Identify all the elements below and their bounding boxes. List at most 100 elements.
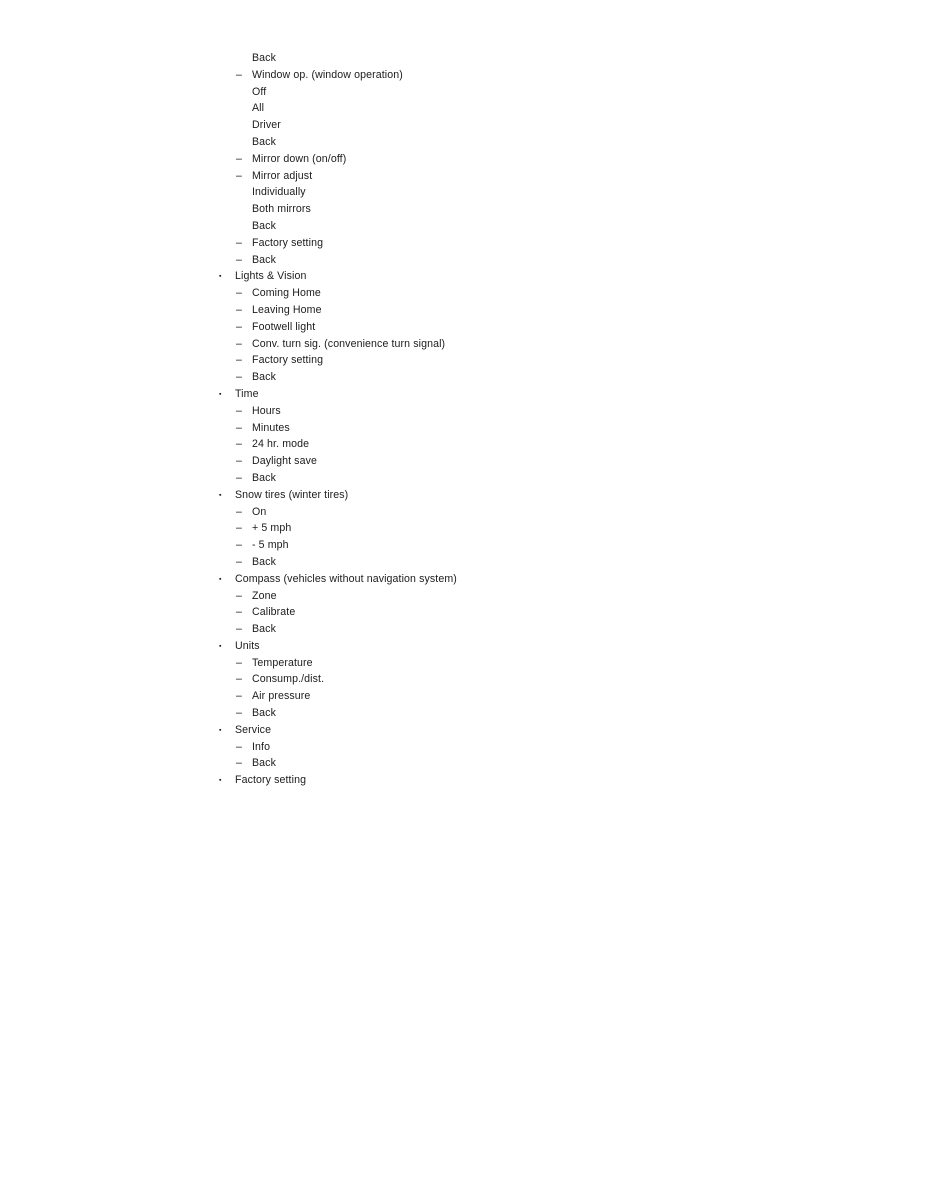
outline-item-label: Minutes	[252, 421, 290, 434]
outline-row: – Calibrate	[0, 604, 927, 621]
outline-item-label: Daylight save	[252, 455, 317, 468]
outline-item-label: Zone	[252, 589, 277, 602]
square-bullet-icon: ▪	[219, 273, 222, 281]
document-page: Back – Window op. (window operation) Off All…	[0, 0, 927, 1200]
outline-row: – - 5 mph	[0, 537, 927, 554]
outline-row: – Leaving Home	[0, 302, 927, 319]
outline-item-label: - 5 mph	[252, 539, 289, 552]
outline-row: – Mirror down (on/off)	[0, 151, 927, 168]
outline-row: ▪ Compass (vehicles without navigation sy…	[0, 571, 927, 588]
outline-item-label: Back	[252, 219, 276, 232]
outline-row: – + 5 mph	[0, 520, 927, 537]
outline-row: – Back	[0, 252, 927, 269]
square-bullet-icon: ▪	[219, 726, 222, 734]
outline-item-label: Lights & Vision	[235, 270, 307, 283]
menu-outline-list: Back – Window op. (window operation) Off All…	[0, 50, 927, 789]
outline-row: – Mirror adjust	[0, 168, 927, 185]
outline-item-label: Factory setting	[252, 354, 324, 367]
outline-item-label: Back	[252, 253, 276, 266]
outline-item-label: Factory setting	[252, 236, 324, 249]
outline-item-label: Back	[252, 555, 276, 568]
outline-item-label: Temperature	[252, 656, 313, 669]
outline-row: ▪ Factory setting	[0, 772, 927, 789]
outline-item-label: Back	[252, 135, 276, 148]
outline-row: – Zone	[0, 588, 927, 605]
outline-row: Back	[0, 134, 927, 151]
outline-row: Back	[0, 218, 927, 235]
outline-item-label: On	[252, 505, 267, 518]
outline-row: ▪ Units	[0, 638, 927, 655]
outline-item-label: Units	[235, 639, 260, 652]
outline-item-label: Leaving Home	[252, 303, 322, 316]
outline-row: ▪ Lights & Vision	[0, 268, 927, 285]
outline-item-label: Snow tires (winter tires)	[235, 488, 349, 501]
dash-bullet-icon: –	[236, 589, 242, 602]
outline-item-label: 24 hr. mode	[252, 438, 310, 451]
dash-bullet-icon: –	[236, 404, 242, 417]
outline-row: – Back	[0, 755, 927, 772]
outline-row: – Info	[0, 739, 927, 756]
outline-row: – Minutes	[0, 420, 927, 437]
outline-item-label: + 5 mph	[252, 522, 292, 535]
outline-item-label: Air pressure	[252, 690, 311, 703]
dash-bullet-icon: –	[236, 236, 242, 249]
outline-row: All	[0, 100, 927, 117]
outline-item-label: Back	[252, 707, 276, 720]
outline-item-label: Back	[252, 371, 276, 384]
square-bullet-icon: ▪	[219, 777, 222, 785]
dash-bullet-icon: –	[236, 68, 242, 81]
outline-row: – On	[0, 504, 927, 521]
dash-bullet-icon: –	[236, 455, 242, 468]
dash-bullet-icon: –	[236, 354, 242, 367]
outline-item-label: Service	[235, 723, 272, 736]
dash-bullet-icon: –	[236, 555, 242, 568]
outline-item-label: Coming Home	[252, 287, 321, 300]
outline-item-label: Back	[252, 52, 276, 64]
outline-row: – Daylight save	[0, 453, 927, 470]
dash-bullet-icon: –	[236, 421, 242, 434]
outline-row: Both mirrors	[0, 201, 927, 218]
dash-bullet-icon: –	[236, 740, 242, 753]
outline-item-label: Back	[252, 471, 276, 484]
outline-row: – Temperature	[0, 655, 927, 672]
outline-row: – Window op. (window operation)	[0, 67, 927, 84]
outline-row: – Hours	[0, 403, 927, 420]
dash-bullet-icon: –	[236, 471, 242, 484]
square-bullet-icon: ▪	[219, 575, 222, 583]
outline-item-label: Back	[252, 623, 276, 636]
outline-row: – Back	[0, 554, 927, 571]
outline-row: ▪ Snow tires (winter tires)	[0, 487, 927, 504]
outline-row: ▪ Time	[0, 386, 927, 403]
outline-row: – Conv. turn sig. (convenience turn signa…	[0, 336, 927, 353]
outline-row: – Back	[0, 470, 927, 487]
outline-row: – Coming Home	[0, 285, 927, 302]
outline-row: Driver	[0, 117, 927, 134]
dash-bullet-icon: –	[236, 539, 242, 552]
outline-item-label: Calibrate	[252, 606, 296, 619]
dash-bullet-icon: –	[236, 757, 242, 770]
outline-item-label: Both mirrors	[252, 203, 311, 216]
dash-bullet-icon: –	[236, 690, 242, 703]
square-bullet-icon: ▪	[219, 642, 222, 650]
outline-item-label: Back	[252, 757, 276, 770]
outline-row: Individually	[0, 184, 927, 201]
square-bullet-icon: ▪	[219, 491, 222, 499]
dash-bullet-icon: –	[236, 606, 242, 619]
dash-bullet-icon: –	[236, 169, 242, 182]
outline-row: – Consump./dist.	[0, 671, 927, 688]
outline-item-label: Off	[252, 85, 267, 98]
dash-bullet-icon: –	[236, 623, 242, 636]
outline-item-label: Driver	[252, 119, 281, 132]
outline-item-label: Info	[252, 740, 271, 753]
dash-bullet-icon: –	[236, 438, 242, 451]
dash-bullet-icon: –	[236, 522, 242, 535]
outline-item-label: Mirror adjust	[252, 169, 313, 182]
outline-row: ▪ Service	[0, 722, 927, 739]
outline-row: –24 hr. mode	[0, 436, 927, 453]
outline-item-label: Window op. (window operation)	[252, 68, 403, 81]
outline-item-label: Mirror down (on/off)	[252, 152, 347, 165]
dash-bullet-icon: –	[236, 287, 242, 300]
outline-row: – Factory setting	[0, 235, 927, 252]
outline-row: – Back	[0, 621, 927, 638]
outline-item-label: Factory setting	[235, 774, 307, 787]
